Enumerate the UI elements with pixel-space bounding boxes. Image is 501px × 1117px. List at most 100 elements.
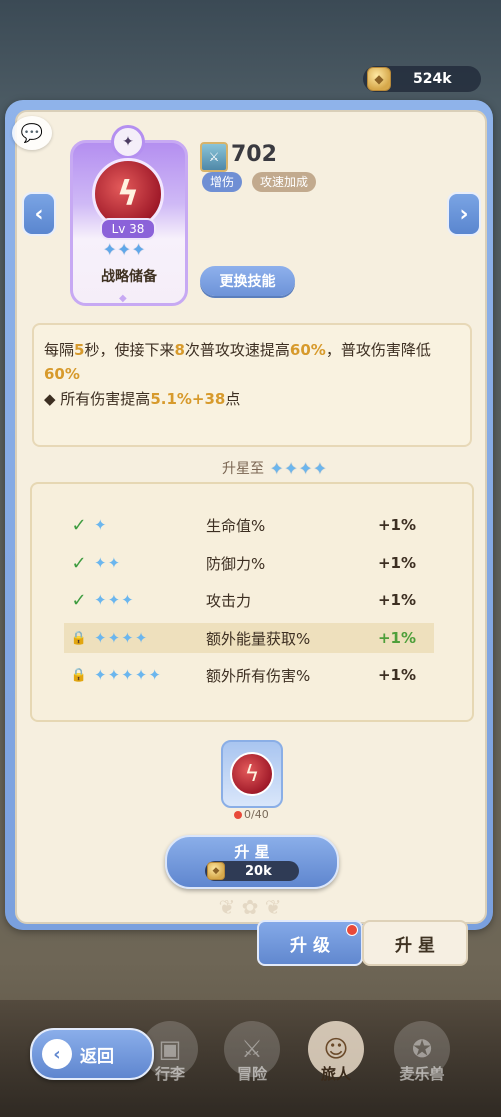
diamond-ornament-icon: ◆ — [119, 293, 127, 304]
row-stars: ✦ ✦ — [94, 554, 194, 572]
lock-icon: 🔒 — [70, 667, 88, 683]
skill-type-icon: ✦ — [111, 125, 145, 159]
starup-heading: 升星至 ✦ ✦ ✦ ✦ — [222, 458, 327, 478]
starup-heading-label: 升星至 — [222, 461, 264, 477]
star-icon: ✦ — [131, 240, 146, 259]
tab-star[interactable]: 升 星 — [362, 920, 468, 966]
back-arrow-icon: ‹ — [42, 1039, 72, 1069]
insufficient-dot-icon — [234, 810, 242, 819]
ornament-icon: ❦ ✿ ❦ — [218, 895, 282, 919]
skill-bonus-line: ◆ 所有伤害提高5.1%+38点 — [44, 388, 240, 409]
star-icon: ✦ — [134, 629, 148, 647]
check-icon: ✓ — [71, 514, 87, 536]
desc-value: 5 — [74, 341, 85, 359]
bonus-value: +1% — [377, 629, 416, 647]
star-up-button[interactable]: 升 星 ◆ 20k — [165, 835, 339, 889]
back-label: 返回 — [80, 1046, 114, 1067]
row-stars: ✦ ✦ ✦ — [94, 591, 194, 609]
desc-text: ，普攻伤害降低 — [325, 341, 431, 359]
star-icon: ✦ — [107, 591, 121, 609]
back-button[interactable]: ‹ 返回 — [30, 1028, 154, 1080]
currency-value: 524k — [413, 71, 452, 87]
bonus-value: +1% — [377, 516, 416, 534]
material-count: 0/40 — [234, 808, 269, 821]
desc-value: 60% — [289, 341, 326, 359]
star-up-label: 升 星 — [234, 843, 270, 861]
star-icon: ✦ — [298, 458, 313, 478]
desc-value: 38 — [204, 390, 226, 408]
check-icon: ✓ — [71, 552, 87, 574]
row-stars: ✦ — [94, 516, 194, 534]
bonus-value: +1% — [377, 666, 416, 684]
bonus-row: 🔒 ✦ ✦ ✦ ✦ ✦ 额外所有伤害% +1% — [64, 660, 434, 690]
cost-value: 20k — [245, 863, 272, 879]
lock-icon: 🔒 — [70, 630, 88, 646]
tag-damage: 增伤 — [202, 172, 243, 192]
skill-stars: ✦ ✦ ✦ — [103, 240, 145, 259]
nav-traveler[interactable]: ☺ 旅人 — [302, 1012, 370, 1084]
gem-icon: ◆ — [207, 862, 225, 880]
star-icon: ✦ — [94, 666, 107, 684]
star-icon: ✦ — [117, 240, 131, 259]
tag-attack-speed: 攻速加成 — [252, 172, 317, 192]
bonus-row: ✓ ✦ ✦ 防御力% +1% — [64, 548, 434, 578]
star-icon: ✦ — [103, 240, 117, 259]
check-icon: ✓ — [71, 589, 87, 611]
bonus-name: 攻击力 — [206, 591, 252, 610]
star-icon: ✦ — [107, 554, 121, 572]
star-icon: ✦ — [121, 591, 134, 609]
desc-value: + — [191, 390, 205, 408]
row-stars: ✦ ✦ ✦ ✦ — [94, 629, 194, 647]
skill-power: 702 — [231, 142, 277, 167]
row-stars: ✦ ✦ ✦ ✦ ✦ — [94, 666, 194, 684]
star-icon: ✦ — [270, 458, 284, 478]
cost-pill: ◆ 20k — [205, 861, 299, 881]
bonus-row: ✓ ✦ 生命值% +1% — [64, 510, 434, 540]
star-icon: ✦ — [313, 458, 327, 478]
change-skill-button[interactable]: 更换技能 — [200, 266, 295, 296]
gem-icon: ◆ — [367, 67, 391, 91]
bonus-name: 额外能量获取% — [206, 629, 311, 648]
bonus-name: 防御力% — [206, 554, 266, 573]
prev-skill-button[interactable]: ‹ — [22, 192, 56, 236]
skill-level: Lv 38 — [100, 218, 156, 240]
star-icon: ✦ — [94, 591, 107, 609]
nav-label: 冒险 — [236, 1065, 267, 1083]
star-icon: ✦ — [148, 666, 161, 684]
star-icon: ✦ — [121, 666, 134, 684]
desc-text: 每隔 — [44, 341, 75, 359]
desc-value: 5.1% — [150, 390, 192, 408]
nav-label: 行李 — [154, 1065, 185, 1083]
nav-label: 麦乐兽 — [399, 1065, 445, 1083]
bonus-row-next: 🔒 ✦ ✦ ✦ ✦ 额外能量获取% +1% — [64, 623, 434, 653]
star-icon: ✦ — [94, 629, 107, 647]
desc-text: 点 — [225, 390, 241, 408]
next-skill-button[interactable]: › — [447, 192, 481, 236]
star-icon: ✦ — [284, 458, 298, 478]
star-icon: ✦ — [94, 554, 107, 572]
nav-adventure[interactable]: ⚔ 冒险 — [218, 1012, 286, 1084]
currency-display: ◆ 524k — [363, 66, 481, 92]
star-icon: ✦ — [107, 629, 121, 647]
star-icon: ✦ — [134, 666, 148, 684]
chat-icon[interactable]: 💬 — [12, 116, 52, 150]
notification-dot-icon — [346, 924, 358, 936]
power-icon: ⚔ — [200, 142, 228, 172]
bonus-value: +1% — [377, 554, 416, 572]
desc-value: 60% — [44, 365, 80, 383]
bonus-name: 生命值% — [206, 516, 266, 535]
bonus-row: ✓ ✦ ✦ ✦ 攻击力 +1% — [64, 585, 434, 615]
skill-description: 每隔5秒，使接下来8次普攻攻速提高60%，普攻伤害降低60% — [44, 338, 458, 386]
star-icon: ✦ — [121, 629, 134, 647]
star-icon: ✦ — [107, 666, 121, 684]
bonus-value: +1% — [377, 591, 416, 609]
target-stars: ✦ ✦ ✦ ✦ — [270, 459, 327, 478]
material-slot[interactable]: ϟ — [221, 740, 283, 808]
nav-pets[interactable]: ✪ 麦乐兽 — [388, 1012, 456, 1084]
desc-text: 秒，使接下来 — [84, 341, 175, 359]
bonus-name: 额外所有伤害% — [206, 666, 311, 685]
skill-name: 战略储备 — [101, 269, 157, 285]
desc-text: ◆ 所有伤害提高 — [44, 390, 151, 408]
skill-fragment-icon: ϟ — [230, 752, 274, 796]
desc-text: 次普攻攻速提高 — [184, 341, 290, 359]
